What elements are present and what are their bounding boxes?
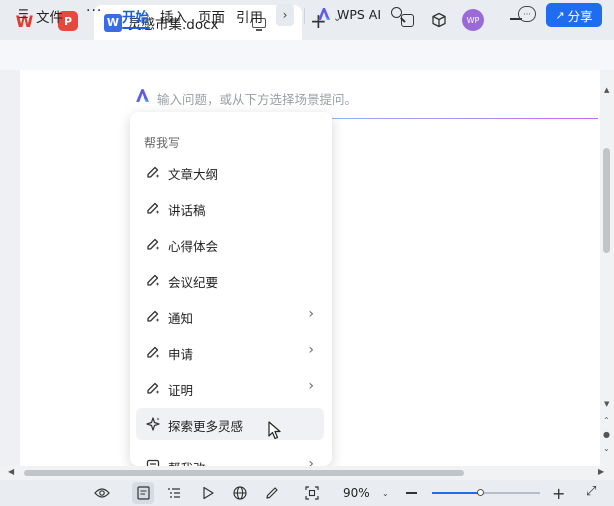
play-icon[interactable]	[200, 485, 216, 501]
page-view-icon[interactable]	[135, 485, 151, 501]
vertical-scroll-thumb[interactable]	[603, 148, 610, 253]
ribbon-bar	[0, 40, 614, 70]
menu-item-outline[interactable]: 文章大纲	[136, 156, 324, 188]
menu-item-explore-more[interactable]: 探索更多灵感	[136, 408, 324, 440]
share-button[interactable]: ↗ 分享	[546, 3, 602, 27]
tab-page[interactable]: 页面	[198, 6, 225, 26]
menu-item-label: 通知	[168, 311, 194, 326]
ai-prompt-placeholder: 输入问题，或从下方选择场景提问。	[157, 92, 358, 107]
menu-item-label: 帮我改	[168, 458, 206, 466]
eye-icon[interactable]	[94, 485, 110, 501]
menu-item-label: 探索更多灵感	[168, 419, 244, 434]
file-menu[interactable]: 文件	[36, 6, 63, 26]
ai-scenario-menu: 帮我写 文章大纲 讲话稿 心得体会 会议纪要 通知 › 申请 › 证明 › 探索…	[130, 112, 332, 466]
pen-sparkle-icon	[145, 164, 161, 180]
divider	[304, 8, 305, 24]
fit-width-icon[interactable]	[304, 485, 320, 501]
chevron-right-icon: ›	[308, 378, 314, 394]
pen-sparkle-icon	[145, 380, 161, 396]
page-down-icon[interactable]: ⌄	[603, 444, 610, 453]
more-icon[interactable]: ···	[86, 3, 102, 19]
wps-ai-icon[interactable]	[316, 7, 332, 25]
menu-item-minutes[interactable]: 会议纪要	[136, 264, 324, 296]
wps-ai-button[interactable]: WPS AI	[337, 7, 381, 22]
menu-item-certificate[interactable]: 证明 ›	[136, 372, 324, 404]
document-edit-icon	[145, 458, 161, 466]
menu-item-label: 证明	[168, 383, 194, 398]
fullscreen-icon[interactable]: ⤢	[586, 484, 596, 499]
cube-icon[interactable]	[430, 11, 448, 29]
menu-item-label: 会议纪要	[168, 275, 219, 290]
scroll-right-icon[interactable]: ▶	[598, 467, 604, 476]
chevron-right-icon: ›	[308, 306, 314, 322]
chevron-down-icon[interactable]: ⌄	[382, 489, 389, 498]
tab-reference[interactable]: 引用	[236, 6, 263, 26]
scroll-down-icon[interactable]: ▼	[604, 400, 609, 408]
horizontal-scroll-thumb[interactable]	[24, 470, 464, 476]
chevron-right-icon: ›	[282, 8, 288, 22]
zoom-out-button[interactable]	[406, 492, 417, 494]
avatar[interactable]: WP	[462, 9, 484, 31]
tab-start[interactable]: 开始	[122, 6, 149, 26]
share-label: 分享	[567, 8, 593, 24]
menu-icon[interactable]: ☰	[18, 7, 29, 21]
page-margin	[0, 70, 20, 466]
pen-icon[interactable]	[264, 485, 280, 501]
menu-item-reflection[interactable]: 心得体会	[136, 228, 324, 260]
wps-ai-icon	[134, 88, 151, 107]
menu-item-label: 讲话稿	[168, 203, 206, 218]
menu-item-label: 心得体会	[168, 239, 219, 254]
zoom-slider-fill	[432, 492, 481, 494]
pen-sparkle-icon	[145, 308, 161, 324]
menu-item-application[interactable]: 申请 ›	[136, 336, 324, 368]
tab-insert[interactable]: 插入	[160, 6, 187, 26]
pen-sparkle-icon	[145, 272, 161, 288]
word-doc-icon: W	[104, 13, 122, 32]
menu-item-label: 文章大纲	[168, 167, 219, 182]
mouse-cursor-icon	[268, 421, 284, 441]
menu-item-speech[interactable]: 讲话稿	[136, 192, 324, 224]
menu-item-edit-for-me[interactable]: 帮我改 ›	[136, 450, 324, 466]
menu-section-header: 帮我写	[144, 136, 181, 150]
active-tab-indicator	[122, 27, 150, 29]
share-icon: ↗	[555, 8, 565, 22]
outline-view-icon[interactable]	[166, 485, 182, 501]
page-dot-icon[interactable]: ●	[603, 430, 610, 439]
menu-item-label: 申请	[168, 347, 194, 362]
sparkle-icon	[145, 416, 161, 432]
pen-sparkle-icon	[145, 200, 161, 216]
zoom-level[interactable]: 90%	[343, 486, 370, 500]
scroll-up-icon[interactable]: ▲	[604, 86, 609, 94]
chevron-right-icon: ›	[308, 456, 314, 466]
chat-icon[interactable]: ···	[518, 6, 536, 22]
zoom-slider-handle[interactable]	[476, 489, 484, 496]
ribbon-expand-button[interactable]: ›	[276, 4, 294, 26]
pen-sparkle-icon	[145, 236, 161, 252]
chevron-right-icon: ›	[308, 342, 314, 358]
pen-sparkle-icon	[145, 344, 161, 360]
scroll-left-icon[interactable]: ◀	[8, 467, 14, 476]
zoom-in-button[interactable]: +	[552, 484, 565, 503]
search-icon[interactable]	[390, 6, 406, 23]
menu-item-notice[interactable]: 通知 ›	[136, 300, 324, 332]
page-up-icon[interactable]: ⌃	[603, 416, 610, 425]
globe-icon[interactable]	[232, 485, 248, 501]
